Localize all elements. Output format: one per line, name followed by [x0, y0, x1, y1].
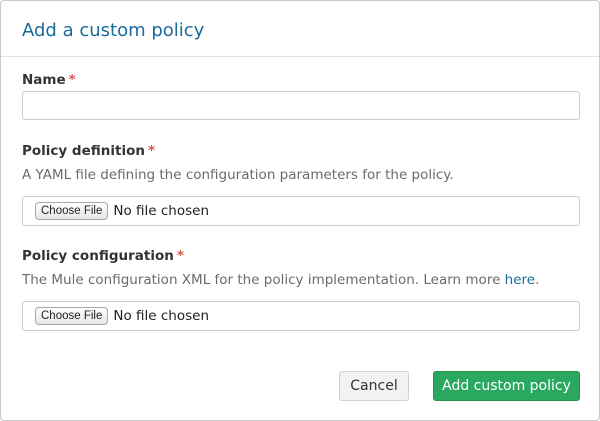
add-custom-policy-dialog: Add a custom policy Name * Policy definit…: [0, 0, 600, 421]
name-input[interactable]: [22, 91, 580, 120]
policy-definition-file-field[interactable]: Choose File No file chosen: [22, 196, 580, 226]
policy-configuration-help-suffix: .: [535, 272, 540, 288]
policy-configuration-label-text: Policy configuration: [22, 248, 174, 264]
policy-definition-choose-file-button[interactable]: Choose File: [35, 202, 109, 220]
name-required-marker: *: [68, 72, 76, 88]
policy-definition-file-status: No file chosen: [113, 203, 210, 219]
add-custom-policy-button[interactable]: Add custom policy: [433, 371, 580, 401]
dialog-title: Add a custom policy: [22, 20, 205, 41]
policy-configuration-file-status: No file chosen: [113, 308, 210, 324]
policy-definition-help: A YAML file defining the configuration p…: [22, 167, 454, 183]
policy-configuration-help-text: The Mule configuration XML for the polic…: [22, 272, 505, 288]
policy-definition-label-text: Policy definition: [22, 143, 145, 159]
header-divider: [1, 56, 599, 57]
policy-configuration-help: The Mule configuration XML for the polic…: [22, 272, 539, 288]
policy-definition-label: Policy definition *: [22, 143, 155, 159]
policy-configuration-required-marker: *: [176, 248, 184, 264]
policy-configuration-label: Policy configuration *: [22, 248, 184, 264]
policy-configuration-choose-file-button[interactable]: Choose File: [35, 307, 109, 325]
learn-more-link[interactable]: here: [505, 272, 535, 288]
policy-definition-required-marker: *: [147, 143, 156, 159]
name-label-text: Name: [22, 72, 66, 88]
policy-configuration-file-field[interactable]: Choose File No file chosen: [22, 301, 580, 331]
name-label: Name *: [22, 72, 76, 88]
cancel-button[interactable]: Cancel: [339, 371, 409, 401]
